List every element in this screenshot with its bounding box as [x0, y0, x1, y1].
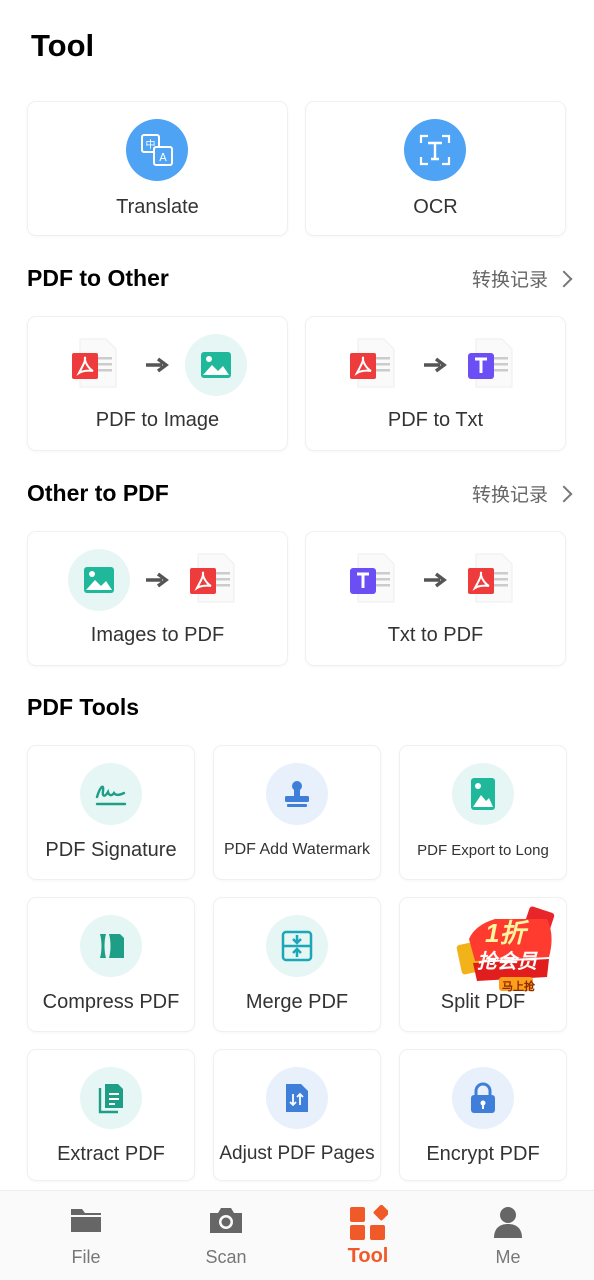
pdf-file-icon	[468, 553, 513, 603]
ocr-card[interactable]: OCR	[306, 102, 565, 235]
tab-scan[interactable]: Scan	[152, 1191, 300, 1280]
arrow-right-icon	[146, 572, 169, 588]
tab-file[interactable]: File	[12, 1191, 160, 1280]
pdf-to-txt-card[interactable]: PDF to Txt	[306, 317, 565, 450]
encrypt-pdf-card[interactable]: Encrypt PDF	[400, 1050, 566, 1180]
image-icon	[185, 334, 247, 396]
svg-text:A: A	[159, 151, 167, 164]
signature-icon	[80, 763, 142, 825]
other-to-pdf-history-link[interactable]: 转换记录	[471, 480, 573, 507]
pdf-to-txt-label: PDF to Txt	[387, 409, 484, 431]
pdf-file-icon	[350, 338, 395, 388]
extract-pdf-label: Extract PDF	[57, 1143, 165, 1165]
image-icon	[68, 549, 130, 611]
merge-icon	[266, 915, 328, 977]
pdf-add-watermark-card[interactable]: PDF Add Watermark	[214, 746, 380, 879]
txt-file-icon	[468, 338, 513, 388]
adjust-pdf-pages-card[interactable]: Adjust PDF Pages	[214, 1050, 380, 1180]
tab-file-label: File	[71, 1247, 101, 1267]
section-title-pdf-tools: PDF Tools	[27, 694, 140, 720]
pdf-add-watermark-label: PDF Add Watermark	[223, 841, 371, 858]
bottom-tab-bar: File Scan Tool Me	[0, 1190, 594, 1280]
extract-pdf-card[interactable]: Extract PDF	[28, 1050, 194, 1180]
compress-icon	[80, 915, 142, 977]
translate-label: Translate	[116, 196, 199, 218]
tab-tool[interactable]: Tool	[294, 1191, 442, 1280]
translate-icon: 中 A	[126, 119, 188, 181]
pdf-export-to-long-card[interactable]: PDF Export to Long	[400, 746, 566, 879]
tab-me-label: Me	[495, 1247, 521, 1267]
lock-icon	[452, 1067, 514, 1129]
person-icon	[494, 1207, 522, 1238]
merge-pdf-label: Merge PDF	[245, 991, 349, 1013]
txt-to-pdf-card[interactable]: Txt to PDF	[306, 532, 565, 665]
page-title: Tool	[31, 28, 95, 63]
folder-icon	[71, 1209, 101, 1232]
chevron-right-icon	[555, 485, 573, 502]
pdf-to-other-history-link[interactable]: 转换记录	[471, 265, 573, 292]
promo-text-3: 马上抢	[502, 981, 535, 993]
images-to-pdf-card[interactable]: Images to PDF	[28, 532, 287, 665]
translate-card[interactable]: 中 A Translate	[28, 102, 287, 235]
history-label: 转换记录	[471, 270, 548, 291]
adjust-pdf-pages-label: Adjust PDF Pages	[219, 1143, 375, 1164]
merge-pdf-card[interactable]: Merge PDF	[214, 898, 380, 1031]
stamp-icon	[266, 763, 328, 825]
tool-grid-icon	[350, 1205, 388, 1240]
tab-tool-label: Tool	[347, 1245, 389, 1267]
images-to-pdf-label: Images to PDF	[90, 624, 225, 646]
pdf-to-image-card[interactable]: PDF to Image	[28, 317, 287, 450]
long-image-icon	[452, 763, 514, 825]
tab-scan-label: Scan	[205, 1247, 247, 1267]
section-title-other-to-pdf: Other to PDF	[27, 480, 169, 506]
vip-promo-badge[interactable]: 1折 抢会员 马上抢	[455, 905, 561, 995]
arrow-right-icon	[424, 357, 447, 373]
pdf-file-icon	[190, 553, 235, 603]
txt-file-icon	[350, 553, 395, 603]
tab-me[interactable]: Me	[434, 1191, 582, 1280]
camera-icon	[210, 1208, 242, 1233]
compress-pdf-card[interactable]: Compress PDF	[28, 898, 194, 1031]
pdf-export-to-long-label: PDF Export to Long	[417, 842, 549, 859]
history-label: 转换记录	[471, 485, 548, 506]
chevron-right-icon	[555, 270, 573, 287]
arrow-right-icon	[424, 572, 447, 588]
arrow-right-icon	[146, 357, 169, 373]
pdf-signature-card[interactable]: PDF Signature	[28, 746, 194, 879]
ocr-label: OCR	[413, 196, 458, 218]
extract-icon	[80, 1067, 142, 1129]
pdf-to-image-label: PDF to Image	[95, 409, 220, 431]
pdf-signature-label: PDF Signature	[45, 839, 177, 861]
adjust-pages-icon	[266, 1067, 328, 1129]
promo-text-2: 抢会员	[477, 951, 537, 973]
section-title-pdf-to-other: PDF to Other	[27, 265, 169, 291]
ocr-icon	[404, 119, 466, 181]
encrypt-pdf-label: Encrypt PDF	[426, 1143, 540, 1165]
pdf-file-icon	[72, 338, 117, 388]
compress-pdf-label: Compress PDF	[42, 991, 180, 1013]
txt-to-pdf-label: Txt to PDF	[387, 624, 484, 646]
